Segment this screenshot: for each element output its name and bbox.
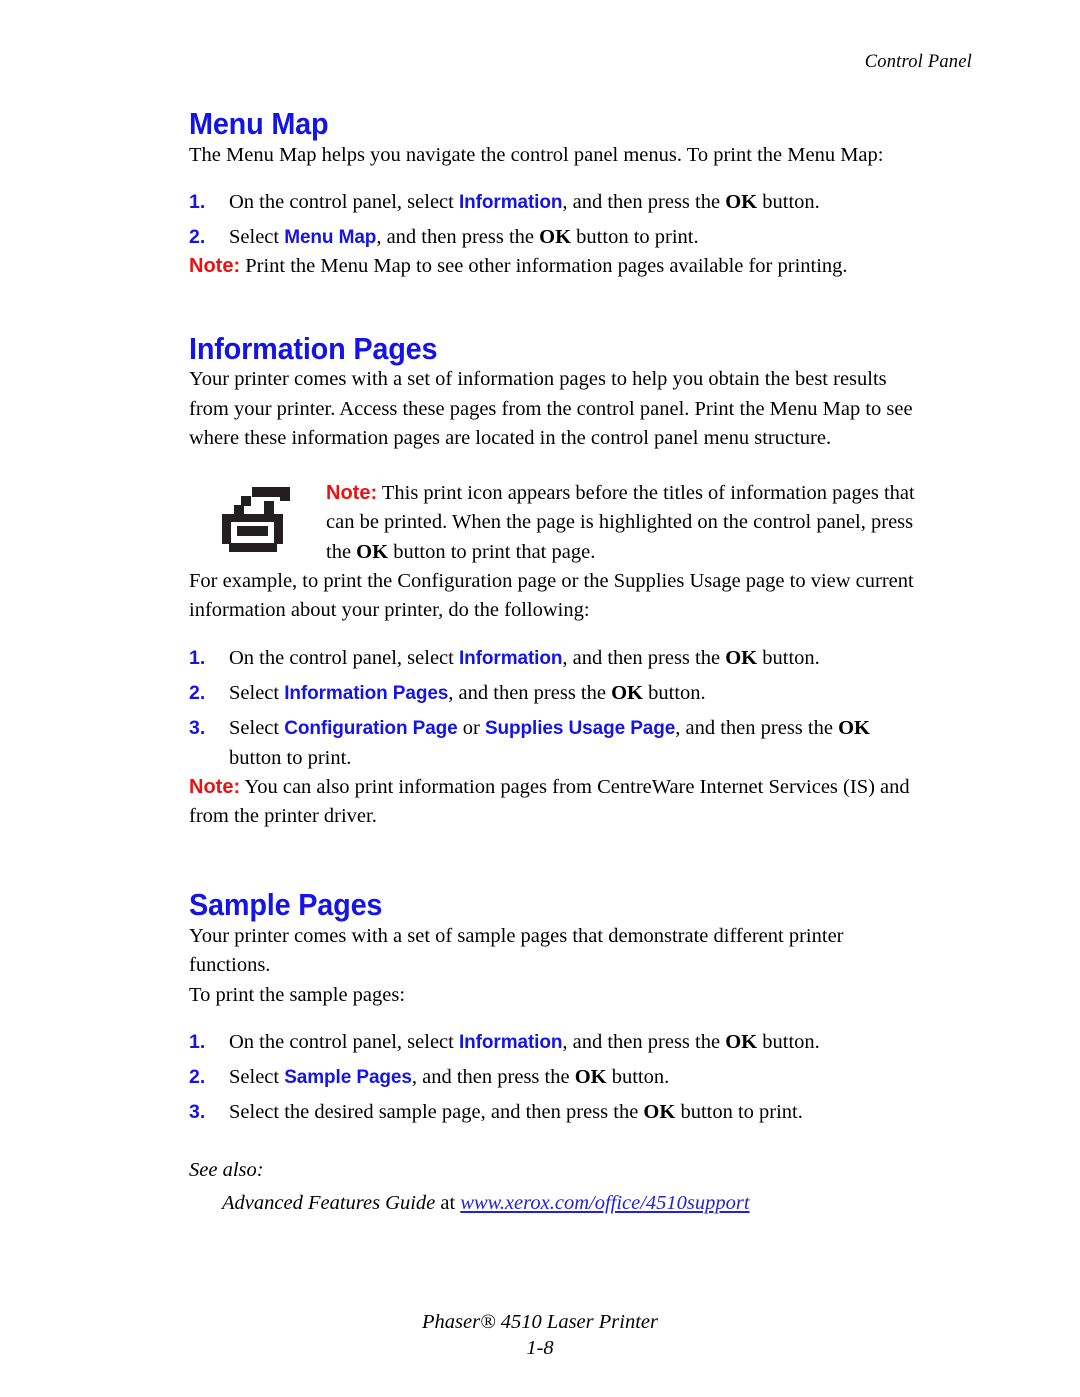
note-text: You can also print information pages fro… bbox=[189, 775, 910, 828]
step-text-pre: Select bbox=[229, 226, 285, 249]
ui-term: Information bbox=[458, 1031, 563, 1053]
sample-pages-steps: 1. On the control panel, select Informati… bbox=[189, 1028, 925, 1128]
ui-term: Sample Pages bbox=[284, 1067, 412, 1089]
step-number: 3. bbox=[189, 1101, 206, 1124]
step-number: 2. bbox=[189, 681, 206, 704]
information-pages-steps: 1. On the control panel, select Informati… bbox=[189, 644, 925, 773]
see-also-at: at bbox=[435, 1192, 461, 1215]
note-label: Note: bbox=[189, 255, 241, 278]
ui-term: Menu Map bbox=[284, 227, 377, 249]
page-footer: Phaser® 4510 Laser Printer 1-8 bbox=[0, 1309, 1080, 1361]
step-text-mid: , and then press the bbox=[448, 681, 612, 704]
step-text-post: button to print. bbox=[229, 746, 352, 769]
see-also-title: Advanced Features Guide bbox=[222, 1192, 436, 1215]
support-url-link[interactable]: www.xerox.com/office/4510support bbox=[460, 1192, 749, 1214]
step-text-pre: Select the desired sample page, and then… bbox=[229, 1101, 644, 1124]
page-content: Menu Map The Menu Map helps you navigate… bbox=[189, 104, 925, 1218]
sample-pages-intro-2: To print the sample pages: bbox=[189, 983, 406, 1006]
note-text-after-ok: button to print that page. bbox=[388, 540, 596, 563]
step-number: 2. bbox=[189, 1066, 206, 1089]
step-text-mid: , and then press the bbox=[411, 1066, 575, 1089]
step-text-post: button. bbox=[757, 646, 820, 669]
information-pages-note: Note: You can also print information pag… bbox=[189, 773, 925, 832]
step-text-post: button to print. bbox=[571, 226, 699, 249]
print-icon-note-text: Note: This print icon appears before the… bbox=[326, 479, 925, 567]
menu-map-intro: The Menu Map helps you navigate the cont… bbox=[189, 143, 884, 166]
ui-term: Information bbox=[458, 647, 563, 669]
section-heading-menu-map: Menu Map bbox=[189, 106, 329, 141]
ok-button-label: OK bbox=[611, 681, 644, 704]
section-heading-information-pages: Information Pages bbox=[189, 330, 438, 366]
step-text-post: button. bbox=[757, 1030, 820, 1053]
ok-button-label: OK bbox=[725, 646, 758, 669]
note-label: Note: bbox=[189, 775, 241, 798]
list-item: 1. On the control panel, select Informati… bbox=[189, 188, 925, 217]
list-item: 2. Select Information Pages, and then pre… bbox=[189, 679, 925, 708]
menu-map-note: Note: Print the Menu Map to see other in… bbox=[189, 252, 925, 281]
see-also-label: See also: bbox=[189, 1158, 264, 1181]
section-heading-sample-pages: Sample Pages bbox=[189, 887, 383, 923]
step-text-pre: On the control panel, select bbox=[229, 190, 459, 213]
step-text-pre: Select bbox=[229, 1066, 285, 1089]
ui-term: Information Pages bbox=[284, 682, 449, 704]
list-item: 1. On the control panel, select Informati… bbox=[189, 1028, 925, 1057]
step-number: 1. bbox=[189, 1030, 206, 1053]
note-label: Note: bbox=[326, 482, 378, 505]
footer-page-number: 1-8 bbox=[526, 1337, 554, 1359]
step-number: 1. bbox=[189, 646, 206, 669]
step-text-post: button. bbox=[643, 681, 706, 704]
list-item: 2. Select Menu Map, and then press the OK… bbox=[189, 223, 925, 252]
note-text: Print the Menu Map to see other informat… bbox=[240, 255, 848, 278]
step-text-mid: , and then press the bbox=[562, 646, 726, 669]
step-text-mid: , and then press the bbox=[675, 717, 839, 740]
step-text-pre: Select bbox=[229, 717, 285, 740]
step-number: 1. bbox=[189, 190, 206, 213]
ok-button-label: OK bbox=[574, 1066, 607, 1089]
step-number: 3. bbox=[189, 717, 206, 740]
ui-term: Supplies Usage Page bbox=[484, 718, 676, 740]
information-pages-intro: Your printer comes with a set of informa… bbox=[189, 368, 913, 449]
step-number: 2. bbox=[189, 226, 206, 249]
list-item: 1. On the control panel, select Informati… bbox=[189, 644, 925, 673]
step-text-post: button. bbox=[757, 190, 820, 213]
see-also-reference: Advanced Features Guide at www.xerox.com… bbox=[222, 1189, 925, 1218]
ok-button-label: OK bbox=[725, 1030, 758, 1053]
sample-pages-intro: Your printer comes with a set of sample … bbox=[189, 924, 844, 977]
step-text-mid: , and then press the bbox=[562, 190, 726, 213]
list-item: 3. Select Configuration Page or Supplies … bbox=[189, 714, 925, 773]
footer-product-name: Phaser® 4510 Laser Printer bbox=[422, 1311, 658, 1333]
printer-icon bbox=[221, 484, 293, 553]
document-page: Control Panel Menu Map The Menu Map help… bbox=[0, 0, 1080, 1397]
list-item: 2. Select Sample Pages, and then press th… bbox=[189, 1063, 925, 1092]
step-text-post: button. bbox=[606, 1066, 670, 1089]
step-text-conjunction: or bbox=[457, 717, 485, 740]
ok-button-label: OK bbox=[725, 190, 758, 213]
step-text-mid: , and then press the bbox=[562, 1030, 726, 1053]
ui-term: Information bbox=[458, 191, 563, 213]
ok-button-label: OK bbox=[539, 226, 572, 249]
step-text-pre: On the control panel, select bbox=[229, 646, 459, 669]
step-text-pre: Select bbox=[229, 681, 285, 704]
menu-map-steps: 1. On the control panel, select Informati… bbox=[189, 188, 925, 253]
ok-button-label: OK bbox=[643, 1101, 676, 1124]
ui-term: Configuration Page bbox=[284, 718, 458, 740]
step-text-pre: On the control panel, select bbox=[229, 1030, 459, 1053]
step-text-mid: , and then press the bbox=[376, 226, 540, 249]
ok-button-label: OK bbox=[356, 540, 389, 563]
information-pages-example-intro: For example, to print the Configuration … bbox=[189, 570, 914, 622]
list-item: 3. Select the desired sample page, and th… bbox=[189, 1098, 925, 1127]
ok-button-label: OK bbox=[838, 717, 870, 740]
running-header: Control Panel bbox=[864, 52, 972, 72]
print-icon-note-block: Note: This print icon appears before the… bbox=[189, 479, 925, 567]
step-text-post: button to print. bbox=[675, 1101, 803, 1124]
